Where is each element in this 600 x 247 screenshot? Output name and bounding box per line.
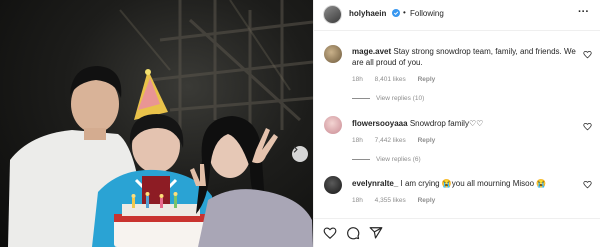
- reply-button[interactable]: Reply: [418, 76, 436, 83]
- photo-illustration: [8, 0, 313, 247]
- comment-username[interactable]: mage.avet: [352, 47, 391, 56]
- view-replies-label: View replies (10): [376, 95, 425, 102]
- heart-icon[interactable]: [583, 122, 592, 131]
- comment-likes[interactable]: 8,401 likes: [375, 76, 406, 83]
- comment-meta: 18h 7,442 likes Reply: [352, 137, 445, 144]
- commenter-avatar[interactable]: [324, 176, 342, 194]
- verified-badge-icon: [392, 9, 400, 17]
- comment-body: flowersooyaaa Snowdrop family♡♡: [352, 118, 579, 129]
- share-icon[interactable]: [369, 226, 383, 240]
- chevron-right-icon: [293, 146, 298, 153]
- comment-likes[interactable]: 7,442 likes: [375, 137, 406, 144]
- replies-divider: [352, 158, 370, 160]
- comment-username[interactable]: evelynralte_: [352, 179, 398, 188]
- view-replies-button[interactable]: View replies (10): [352, 95, 424, 102]
- following-button[interactable]: Following: [410, 9, 444, 18]
- heart-icon[interactable]: [583, 180, 592, 189]
- post-action-bar: [314, 218, 600, 247]
- comment-text: Snowdrop family♡♡: [409, 119, 484, 128]
- reply-button[interactable]: Reply: [418, 197, 436, 204]
- comment-likes[interactable]: 4,355 likes: [375, 197, 406, 204]
- replies-divider: [352, 97, 370, 99]
- commenter-avatar[interactable]: [324, 116, 342, 134]
- header-separator: •: [403, 8, 406, 17]
- author-avatar[interactable]: [323, 5, 342, 24]
- post-header: holyhaein • Following ···: [314, 0, 600, 31]
- heart-icon[interactable]: [583, 50, 592, 59]
- next-photo-button[interactable]: [292, 146, 308, 162]
- like-heart-icon[interactable]: [323, 226, 337, 240]
- view-replies-label: View replies (6): [376, 156, 421, 163]
- post-side-panel: holyhaein • Following ··· mage.avet Stay…: [313, 0, 600, 247]
- comment-username[interactable]: flowersooyaaa: [352, 119, 408, 128]
- more-options-button[interactable]: ···: [578, 6, 589, 18]
- comment-age: 18h: [352, 137, 363, 144]
- comment-text: I am crying 😭you all mourning Misoo 😭: [400, 179, 547, 188]
- comment-meta: 18h 4,355 likes Reply: [352, 197, 445, 204]
- view-replies-button[interactable]: View replies (6): [352, 156, 421, 163]
- comment-body: mage.avet Stay strong snowdrop team, fam…: [352, 46, 579, 68]
- comment-icon[interactable]: [346, 226, 360, 240]
- commenter-avatar[interactable]: [324, 45, 342, 63]
- author-username[interactable]: holyhaein: [349, 9, 386, 18]
- comment-body: evelynralte_ I am crying 😭you all mourni…: [352, 178, 579, 189]
- comment-age: 18h: [352, 197, 363, 204]
- post-photo: [0, 0, 313, 247]
- reply-button[interactable]: Reply: [418, 137, 436, 144]
- comment-meta: 18h 8,401 likes Reply: [352, 76, 445, 83]
- comment-age: 18h: [352, 76, 363, 83]
